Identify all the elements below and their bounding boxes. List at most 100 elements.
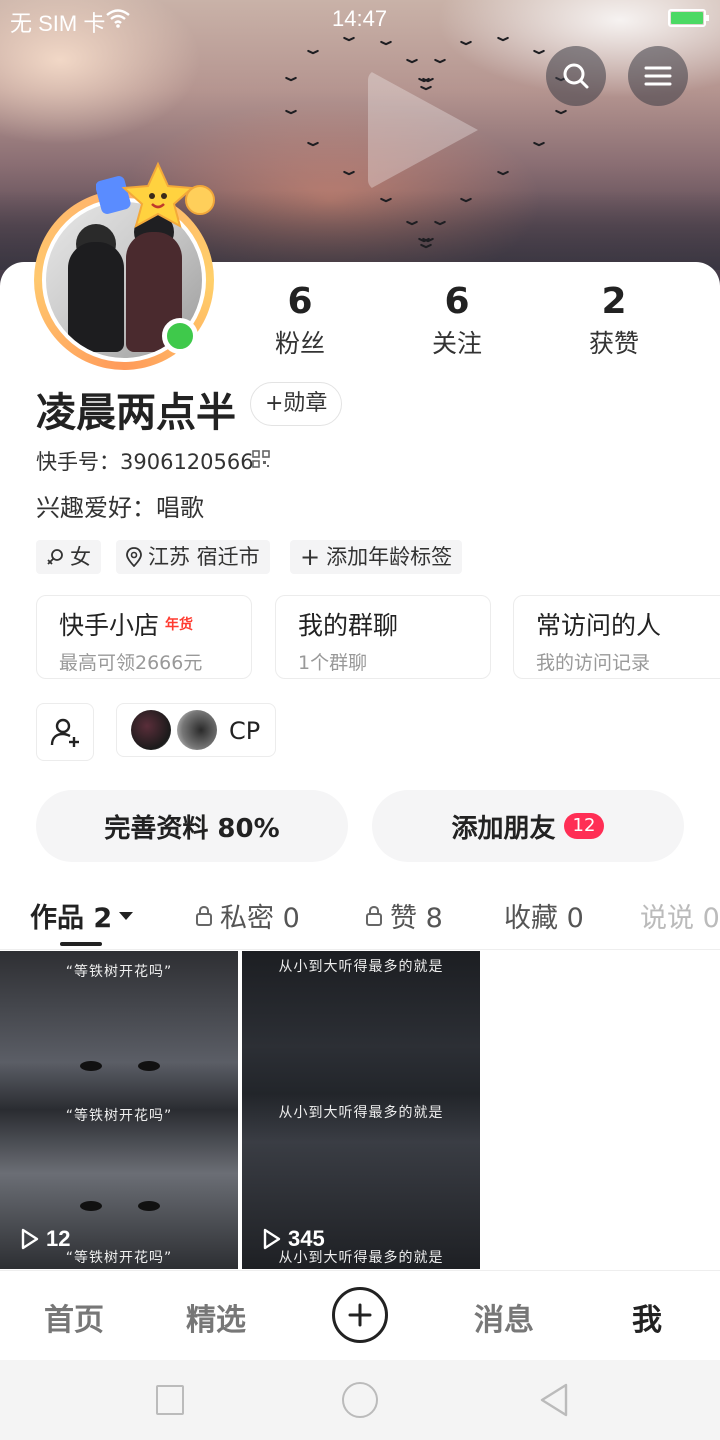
kuaishou-id: 快手号：3906120566 — [36, 450, 254, 474]
bird-silhouette — [307, 48, 319, 56]
nickname: 凌晨两点半 — [36, 390, 236, 436]
work-play-count: 345 — [262, 1226, 325, 1252]
bird-silhouette — [380, 196, 392, 204]
bird-silhouette — [497, 169, 509, 177]
cp-button[interactable]: CP — [116, 703, 276, 757]
cp-label: CP — [229, 717, 261, 745]
group-chat-title: 我的群聊 — [298, 611, 399, 640]
nav-messages[interactable]: 消息 — [474, 1295, 534, 1339]
system-navigation-bar — [0, 1360, 720, 1440]
menu-button[interactable] — [628, 46, 688, 106]
shop-title: 快手小店 — [59, 611, 160, 640]
kuaishou-shop-card[interactable]: 快手小店 年货 最高可领2666元 — [36, 595, 252, 679]
tab-works-label: 作品 2 — [30, 903, 113, 934]
nav-me[interactable]: 我 — [632, 1295, 662, 1339]
stat-following[interactable]: 6 关注 — [397, 282, 517, 360]
friend-request-badge: 12 — [563, 813, 605, 839]
lock-icon — [196, 905, 212, 926]
battery-icon — [668, 9, 709, 27]
home-icon[interactable] — [342, 1382, 378, 1418]
cp-avatar-1 — [131, 710, 171, 750]
work-tile[interactable]: 从小到大听得最多的就是 从小到大听得最多的就是 从小到大听得最多的就是 — [242, 951, 480, 1269]
visitors-subtitle: 我的访问记录 — [536, 652, 651, 674]
bird-silhouette — [406, 57, 418, 65]
active-tab-indicator — [60, 942, 102, 946]
complete-profile-button[interactable]: 完善资料 80% — [36, 790, 348, 862]
tab-liked-label: 赞 8 — [390, 903, 443, 934]
stat-fans[interactable]: 6 粉丝 — [240, 282, 360, 360]
visitors-title: 常访问的人 — [536, 611, 662, 640]
tab-private[interactable]: 私密 0 — [194, 896, 300, 935]
bird-silhouette — [285, 108, 297, 116]
tab-divider — [0, 949, 720, 950]
tab-private-label: 私密 0 — [220, 903, 300, 934]
group-chat-subtitle: 1个群聊 — [298, 652, 368, 674]
add-friends-label: 添加朋友 — [451, 813, 556, 844]
work-play-count: 12 — [20, 1226, 70, 1252]
work-thumbnail-detail — [80, 1201, 160, 1211]
nav-featured[interactable]: 精选 — [186, 1295, 246, 1339]
add-age-label: 添加年龄标签 — [326, 545, 453, 569]
add-friends-button[interactable]: 添加朋友 12 — [372, 790, 684, 862]
play-count-value: 12 — [46, 1226, 71, 1251]
location-label: 江苏 宿迁市 — [148, 545, 260, 569]
search-button[interactable] — [546, 46, 606, 106]
nav-home[interactable]: 首页 — [44, 1295, 104, 1339]
plus-icon — [348, 1303, 372, 1327]
wifi-icon — [106, 9, 130, 28]
star-decoration-icon — [96, 161, 215, 229]
work-tile[interactable]: “等铁树开花吗” “等铁树开花吗” “等铁树开花吗” — [0, 951, 238, 1269]
add-age-tag[interactable]: + 添加年龄标签 — [290, 540, 463, 574]
recent-apps-icon[interactable] — [156, 1385, 184, 1415]
shop-hot-badge: 年货 — [165, 617, 194, 633]
fans-label: 粉丝 — [274, 329, 325, 358]
play-icon — [263, 1228, 281, 1250]
menu-icon — [644, 66, 672, 86]
bird-silhouette — [285, 75, 297, 83]
work-caption: “等铁树开花吗” — [65, 964, 173, 980]
tab-collection[interactable]: 收藏 0 — [504, 896, 584, 935]
bird-silhouette — [460, 39, 472, 47]
tab-works[interactable]: 作品 2 — [30, 896, 134, 935]
tab-talk-label: 说说 0 — [640, 903, 720, 934]
location-tag[interactable]: 江苏 宿迁市 — [116, 540, 270, 574]
cp-avatar-2 — [177, 710, 217, 750]
work-thumbnail-detail — [80, 1061, 160, 1071]
bird-silhouette — [418, 236, 430, 244]
work-caption: 从小到大听得最多的就是 — [278, 959, 444, 975]
status-time: 14:47 — [332, 6, 388, 31]
add-badge-button[interactable]: +勋章 — [250, 382, 343, 426]
frequent-visitors-card[interactable]: 常访问的人 我的访问记录 — [513, 595, 720, 679]
back-icon[interactable] — [538, 1382, 570, 1418]
shop-subtitle: 最高可领2666元 — [59, 652, 203, 674]
add-user-icon — [50, 718, 79, 747]
work-caption: “等铁树开花吗” — [65, 1108, 173, 1124]
tab-talk[interactable]: 说说 0 — [640, 896, 720, 935]
following-count: 6 — [444, 281, 470, 322]
play-count-value: 345 — [288, 1226, 325, 1251]
work-caption: 从小到大听得最多的就是 — [278, 1105, 444, 1121]
hobby-text: 兴趣爱好：唱歌 — [36, 494, 204, 522]
caret-down-icon — [119, 911, 134, 920]
bird-silhouette — [406, 219, 418, 227]
bird-silhouette — [343, 169, 355, 177]
likes-label: 获赞 — [588, 329, 639, 358]
create-button[interactable] — [332, 1287, 388, 1343]
add-friend-icon-button[interactable] — [36, 703, 94, 761]
location-pin-icon — [126, 547, 142, 567]
bird-silhouette — [307, 140, 319, 148]
plus-icon: + — [300, 543, 321, 571]
bird-silhouette — [533, 140, 545, 148]
tab-liked[interactable]: 赞 8 — [364, 896, 443, 935]
bird-silhouette — [460, 196, 472, 204]
stat-likes[interactable]: 2 获赞 — [554, 282, 674, 360]
tab-collection-label: 收藏 0 — [504, 903, 584, 934]
online-status-dot — [162, 318, 198, 354]
carrier-status: 无 SIM 卡 — [10, 11, 106, 36]
qr-code-icon[interactable] — [252, 450, 270, 468]
play-icon[interactable] — [368, 70, 478, 190]
gender-tag[interactable]: 女 — [36, 540, 101, 574]
gender-label: 女 — [70, 545, 91, 569]
following-label: 关注 — [431, 329, 482, 358]
group-chat-card[interactable]: 我的群聊 1个群聊 — [275, 595, 491, 679]
